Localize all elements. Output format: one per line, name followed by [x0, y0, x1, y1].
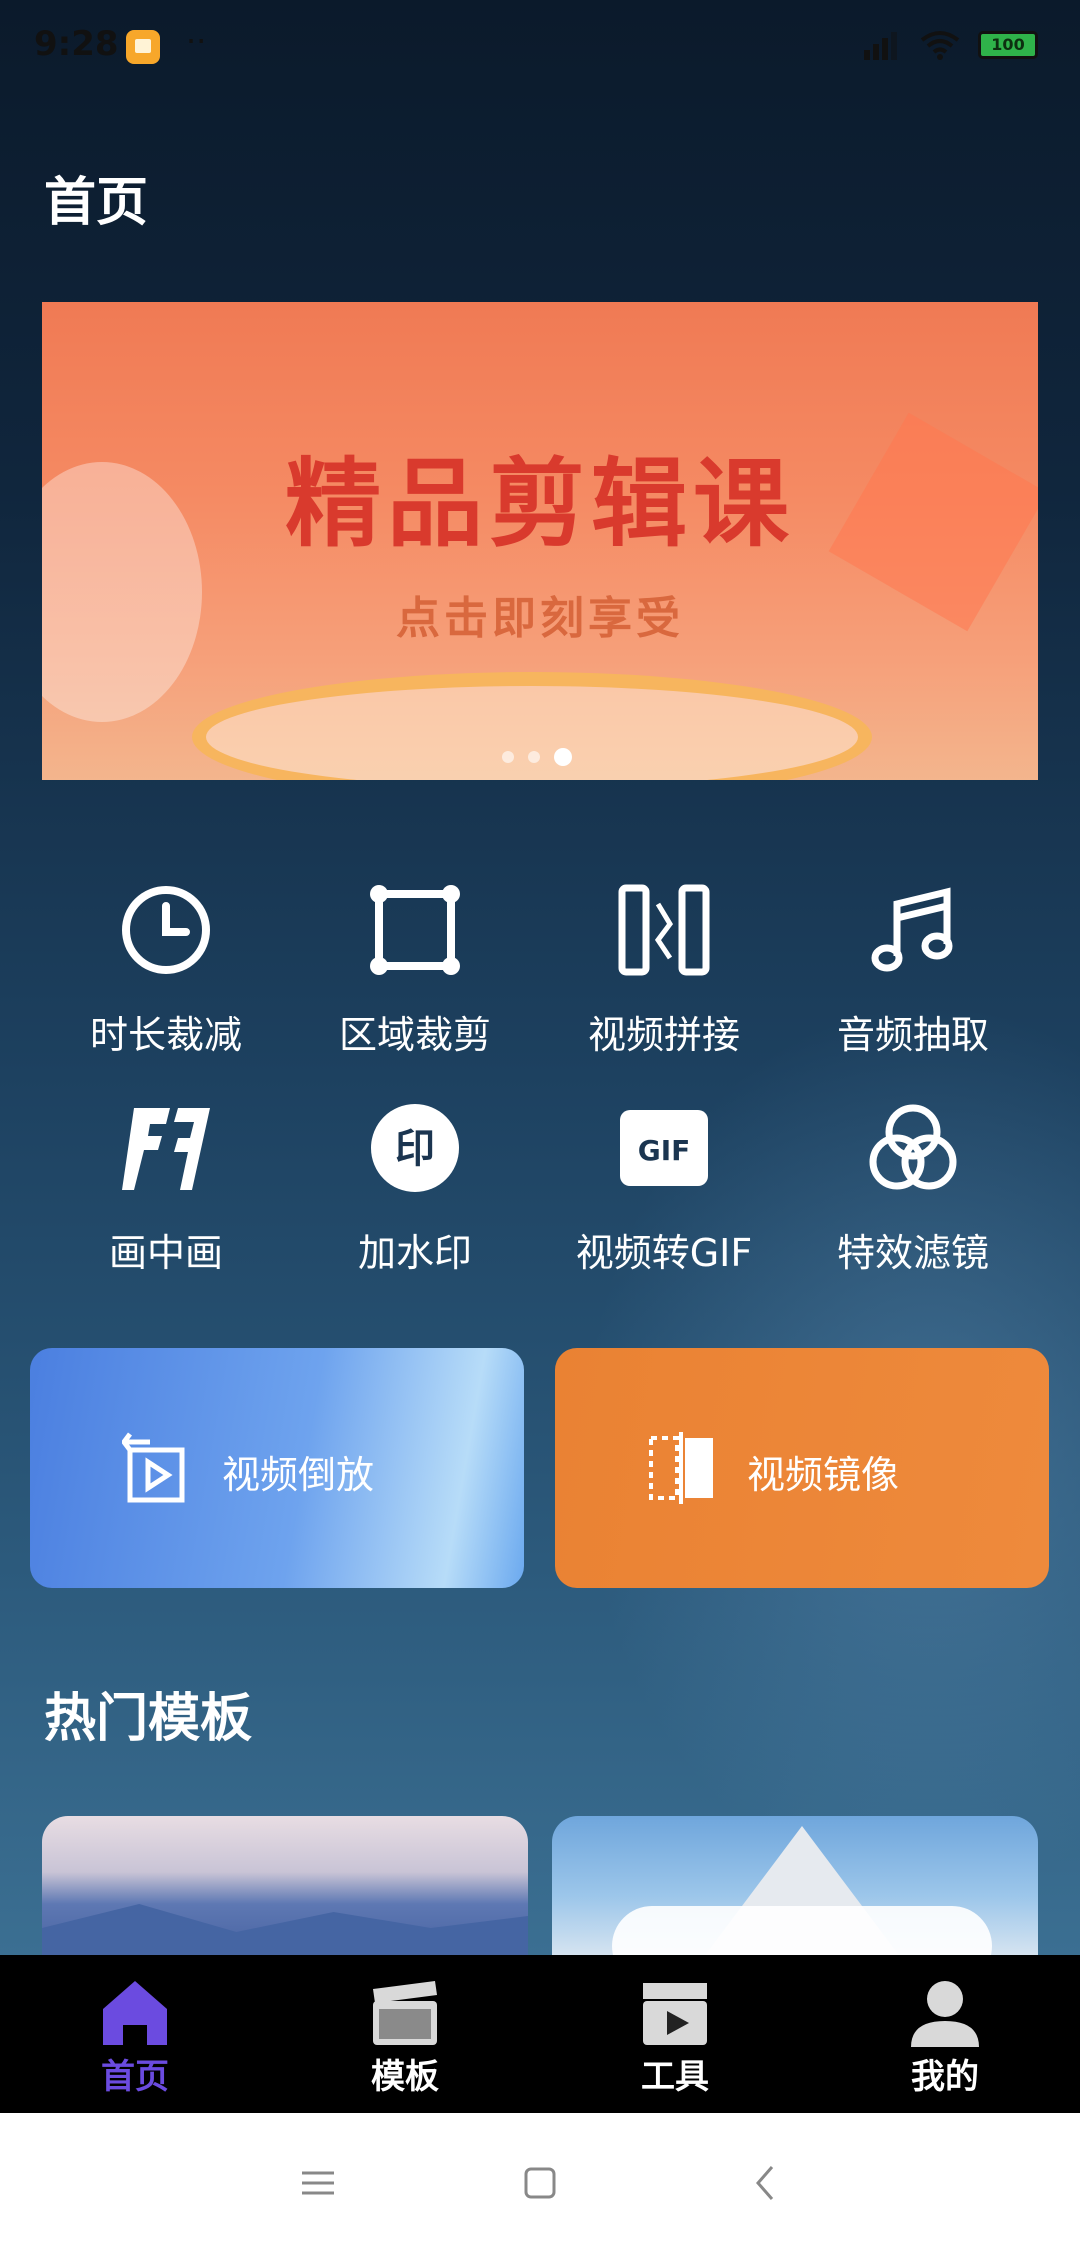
template-card[interactable]: [42, 1816, 528, 1955]
banner-subtitle: 点击即刻享受: [396, 593, 684, 644]
nav-profile[interactable]: 我的: [810, 1955, 1080, 2113]
tool-label: 特效滤镜: [836, 1231, 989, 1275]
video-reverse-card[interactable]: 视频倒放: [30, 1348, 524, 1588]
mirror-icon: [647, 1430, 719, 1506]
crop-icon: [365, 880, 465, 980]
reverse-video-icon: [120, 1430, 194, 1506]
signal-icon: [864, 30, 902, 60]
status-icons: 100: [864, 30, 1038, 60]
status-bar: 9:28 ·· 100: [0, 0, 1080, 90]
banner-page-indicator: [502, 748, 572, 766]
tool-crop-area[interactable]: 区域裁剪: [295, 880, 535, 1070]
page-title: 首页: [44, 173, 149, 233]
nav-label: 工具: [641, 2057, 709, 2097]
tool-audio-extract[interactable]: 音频抽取: [793, 880, 1033, 1070]
video-mirror-card[interactable]: 视频镜像: [555, 1348, 1049, 1588]
section-title: 热门模板: [44, 1689, 253, 1749]
status-more-dots: ··: [186, 22, 207, 60]
template-thumbnail: [42, 1904, 528, 1955]
splice-icon: [614, 880, 714, 980]
status-time: 9:28: [34, 24, 119, 64]
tool-effect-filter[interactable]: 特效滤镜: [793, 1098, 1033, 1288]
card-label: 视频镜像: [747, 1453, 900, 1497]
tool-add-watermark[interactable]: 印 加水印: [295, 1098, 535, 1288]
tool-label: 画中画: [108, 1231, 223, 1275]
page-dot[interactable]: [502, 751, 514, 763]
home-screen: 9:28 ·· 100 首页 精品剪辑课 点击即刻享受 时长裁减 区域裁剪 视频…: [0, 0, 1080, 1955]
svg-text:GIF: GIF: [638, 1134, 691, 1167]
clock-icon: [116, 880, 216, 980]
nav-home[interactable]: 首页: [0, 1955, 270, 2113]
promo-banner[interactable]: 精品剪辑课 点击即刻享受: [42, 302, 1038, 780]
tool-trim-duration[interactable]: 时长裁减: [46, 880, 286, 1070]
nav-label: 首页: [101, 2057, 169, 2097]
nav-label: 模板: [371, 2057, 439, 2097]
nav-templates[interactable]: 模板: [270, 1955, 540, 2113]
nav-tools[interactable]: 工具: [540, 1955, 810, 2113]
card-label: 视频倒放: [222, 1453, 375, 1497]
bottom-nav: 首页 模板 工具 我的: [0, 1955, 1080, 2113]
tool-label: 时长裁减: [89, 1013, 242, 1057]
tool-label: 视频拼接: [587, 1013, 740, 1057]
battery-icon: 100: [978, 31, 1038, 59]
tool-picture-in-picture[interactable]: 画中画: [46, 1098, 286, 1288]
page-dot-active[interactable]: [554, 748, 572, 766]
wifi-icon: [920, 30, 960, 60]
template-thumbnail-cloud: [612, 1906, 992, 1955]
system-nav-bar: [0, 2113, 1080, 2244]
tool-label: 区域裁剪: [338, 1013, 491, 1057]
nav-label: 我的: [911, 2057, 979, 2097]
tool-label: 音频抽取: [836, 1013, 989, 1057]
watermark-icon: 印: [365, 1098, 465, 1198]
svg-text:印: 印: [395, 1126, 435, 1172]
clapperboard-icon: [369, 1977, 441, 2049]
tool-label: 视频转GIF: [575, 1231, 753, 1275]
home-square-icon[interactable]: [510, 2153, 570, 2213]
menu-icon[interactable]: [288, 2153, 348, 2213]
user-icon: [909, 1977, 981, 2049]
filter-icon: [863, 1098, 963, 1198]
notification-app-icon: [126, 30, 160, 64]
gif-icon: GIF: [614, 1098, 714, 1198]
banner-title: 精品剪辑课: [285, 448, 795, 560]
back-icon[interactable]: [736, 2153, 796, 2213]
tool-label: 加水印: [357, 1231, 472, 1275]
picture-in-picture-icon: [116, 1098, 216, 1198]
play-clapper-icon: [639, 1977, 711, 2049]
tool-video-splice[interactable]: 视频拼接: [544, 880, 784, 1070]
page-dot[interactable]: [528, 751, 540, 763]
tool-video-to-gif[interactable]: GIF 视频转GIF: [544, 1098, 784, 1288]
home-icon: [99, 1977, 171, 2049]
music-note-icon: [863, 880, 963, 980]
template-card[interactable]: [552, 1816, 1038, 1955]
